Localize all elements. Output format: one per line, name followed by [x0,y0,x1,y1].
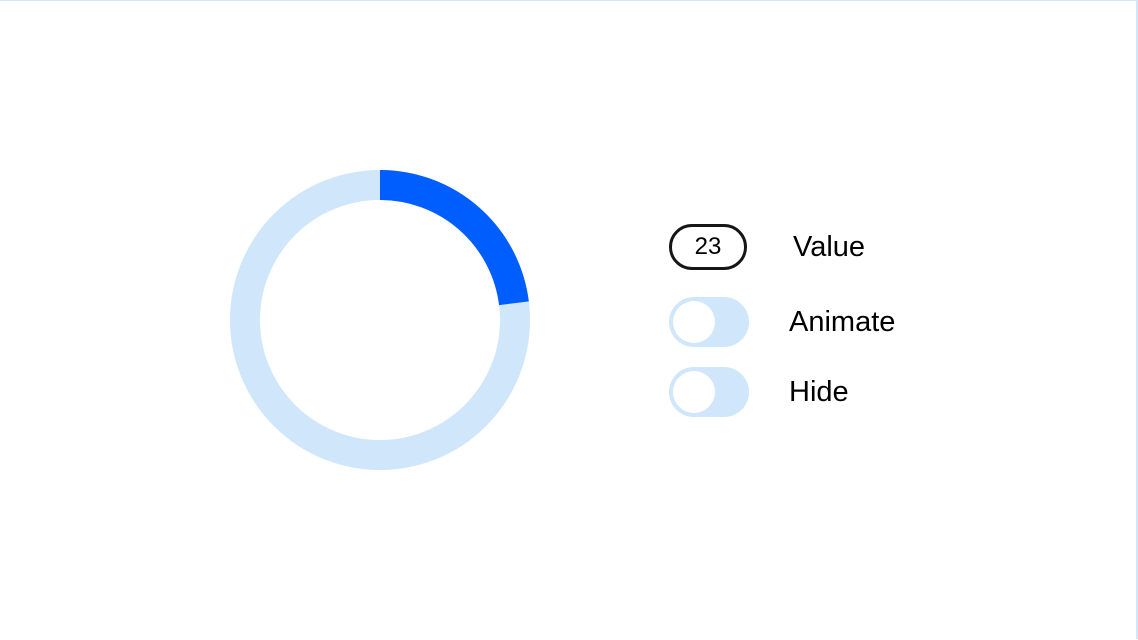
animate-toggle-knob [673,301,715,343]
hide-toggle-knob [673,371,715,413]
hide-row: Hide [669,367,849,417]
hide-label: Hide [789,375,849,408]
value-label: Value [793,230,866,263]
hide-toggle[interactable] [669,367,749,417]
value-input[interactable] [669,224,747,270]
value-row: Value [669,224,865,270]
controls-panel: Value Animate Hide [669,224,969,424]
progress-ring [230,170,530,470]
progress-ring-svg [230,170,530,470]
animate-row: Animate [669,297,895,347]
animate-toggle[interactable] [669,297,749,347]
animate-label: Animate [789,305,896,338]
